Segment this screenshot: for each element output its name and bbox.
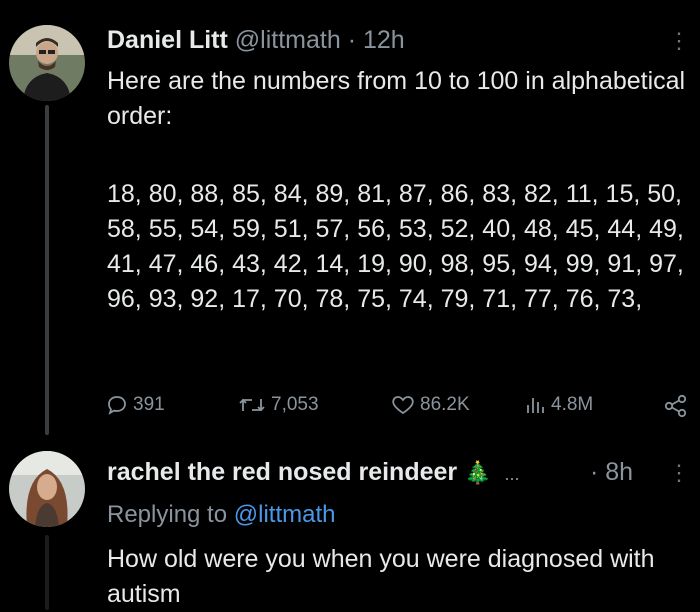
- like-icon: [392, 396, 414, 415]
- tweet2-header: rachel the red nosed reindeer 🎄 ...: [107, 458, 519, 487]
- replying-to-label: Replying to: [107, 501, 228, 528]
- tweet1-header: Daniel Litt @littmath · 12h: [107, 26, 405, 55]
- tweet-rachel-reply[interactable]: rachel the red nosed reindeer 🎄 ... · 8h…: [0, 440, 700, 610]
- views-icon: [527, 398, 544, 413]
- repost-button[interactable]: 7,053: [237, 393, 319, 417]
- like-button[interactable]: 86.2K: [390, 393, 470, 417]
- share-icon: [664, 394, 687, 418]
- like-count: 86.2K: [420, 394, 470, 415]
- replying-to-handle[interactable]: @littmath: [234, 501, 336, 528]
- author-name[interactable]: rachel the red nosed reindeer: [107, 458, 457, 486]
- tweet-daniel-litt[interactable]: Daniel Litt @littmath · 12h ⋮ Here are t…: [0, 0, 700, 440]
- christmas-tree-icon: 🎄: [464, 460, 492, 485]
- more-options-icon[interactable]: ⋮: [668, 28, 690, 54]
- tweet-time[interactable]: 8h: [605, 458, 633, 486]
- tweet1-action-bar: 391 7,053 86.2K 4.8M: [105, 393, 695, 423]
- repost-icon: [239, 398, 265, 412]
- thread-line: [45, 105, 49, 435]
- more-options-icon[interactable]: ⋮: [668, 460, 690, 486]
- reply-icon: [108, 396, 126, 415]
- avatar-image: [9, 451, 85, 527]
- avatar-daniel-litt[interactable]: [9, 25, 85, 101]
- share-button[interactable]: [663, 393, 689, 419]
- tweet1-intro-text: Here are the numbers from 10 to 100 in a…: [107, 67, 686, 130]
- avatar-rachel[interactable]: [9, 451, 85, 527]
- reply-button[interactable]: 391: [105, 393, 165, 417]
- thread-line-lower: [45, 535, 49, 610]
- author-name[interactable]: Daniel Litt: [107, 26, 228, 54]
- reply-count: 391: [133, 394, 165, 415]
- replying-to: Replying to @littmath: [107, 501, 335, 529]
- truncated-ellipsis: ...: [504, 464, 520, 484]
- views-button[interactable]: 4.8M: [523, 393, 593, 417]
- repost-count: 7,053: [271, 394, 319, 415]
- separator-dot: ·: [347, 26, 357, 54]
- views-count: 4.8M: [551, 394, 594, 415]
- author-handle[interactable]: @littmath: [235, 26, 341, 54]
- tweet1-numbers-text: 18, 80, 88, 85, 84, 89, 81, 87, 86, 83, …: [107, 180, 684, 313]
- tweet2-time-block: · 8h: [590, 458, 633, 487]
- tweet2-text: How old were you when you were diagnosed…: [107, 545, 655, 608]
- tweet-time[interactable]: 12h: [363, 26, 405, 54]
- separator-dot: ·: [590, 458, 599, 486]
- avatar-image: [9, 25, 85, 101]
